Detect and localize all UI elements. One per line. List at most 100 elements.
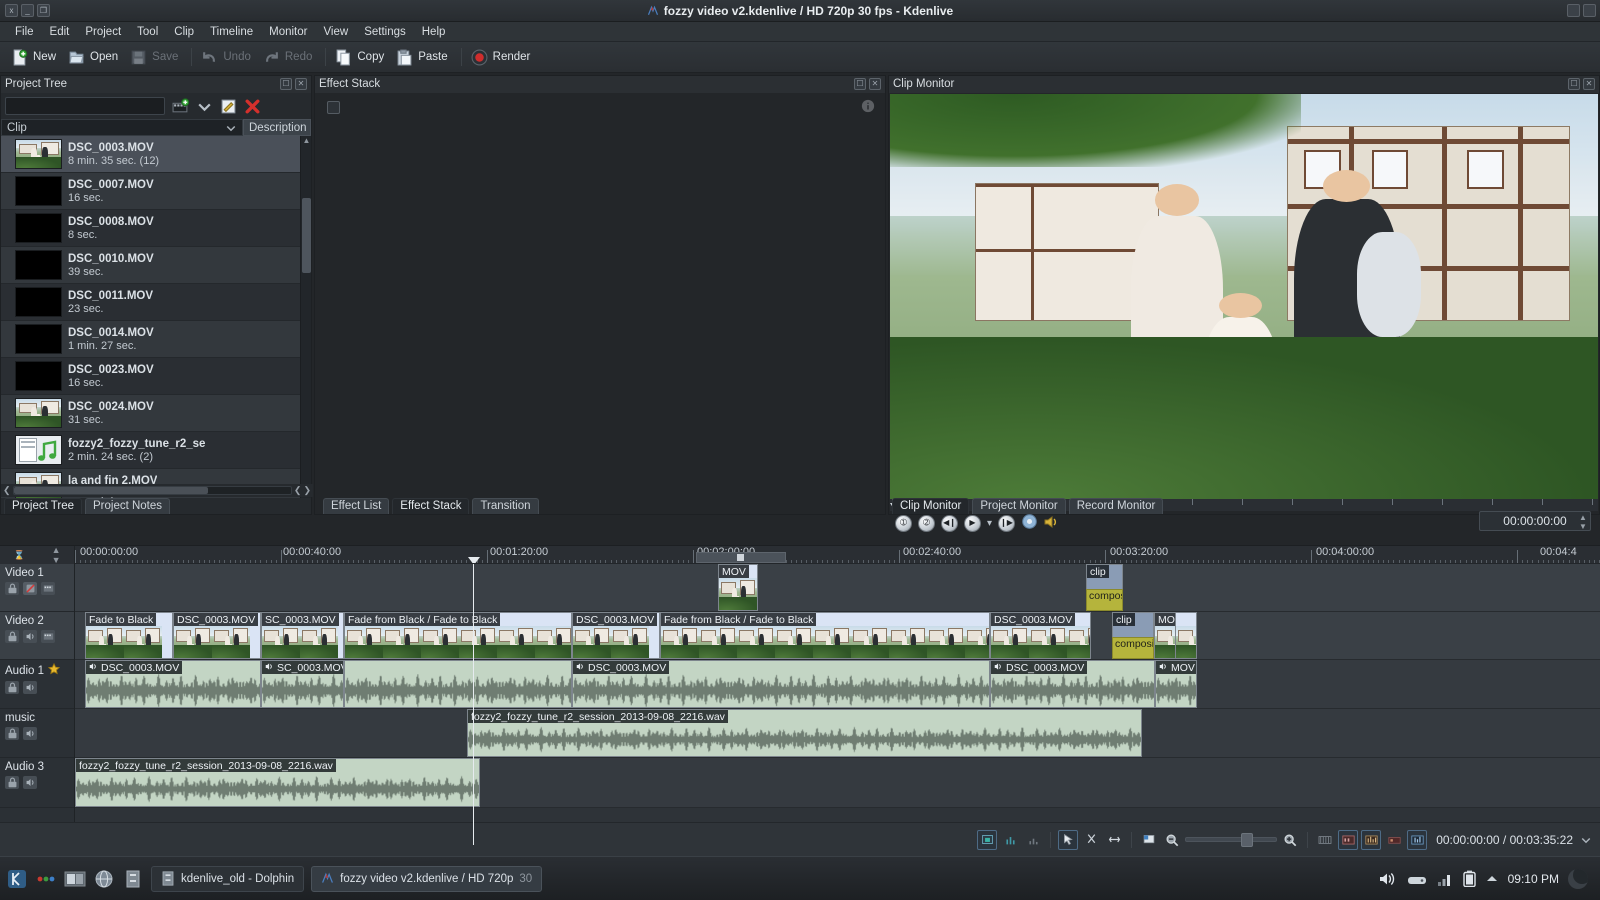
copy-button[interactable]: Copy: [332, 47, 391, 68]
tab-project-monitor[interactable]: Project Monitor: [972, 498, 1065, 514]
effect-stack-close-button[interactable]: ✕: [869, 78, 881, 90]
track-header-audio-3[interactable]: Audio 3: [0, 758, 74, 808]
track-header-video-2[interactable]: Video 2: [0, 612, 74, 660]
project-tree-row[interactable]: DSC_0023.MOV16 sec.: [1, 358, 311, 395]
new-button[interactable]: New: [8, 47, 63, 68]
mute-button[interactable]: [23, 630, 37, 643]
normal-edit-button[interactable]: [1338, 830, 1358, 850]
razor-tool-button[interactable]: [1081, 830, 1101, 850]
project-tree-row[interactable]: fozzy2_fozzy_tune_r2_se2 min. 24 sec. (2…: [1, 432, 311, 469]
monitor-settings-button[interactable]: [1021, 513, 1038, 533]
lock-button[interactable]: [5, 630, 19, 643]
set-zone-in-button[interactable]: ➀: [895, 515, 912, 532]
edit-clip-button[interactable]: [219, 98, 237, 114]
window-maximize-button2[interactable]: [1567, 4, 1580, 17]
scroll-right-icon[interactable]: ❯: [303, 485, 311, 496]
render-button[interactable]: Render: [468, 47, 538, 68]
audio-mix-button[interactable]: [1407, 830, 1427, 850]
timeline-track-video1[interactable]: MOVclipcomposite: [75, 564, 1600, 612]
play-button[interactable]: ▶: [964, 515, 981, 532]
rewind-button[interactable]: ◀❙: [941, 515, 958, 532]
vscroll-thumb[interactable]: [302, 198, 311, 273]
overwrite-edit-button[interactable]: [1361, 830, 1381, 850]
zoom-in-button[interactable]: [1280, 830, 1300, 850]
zoom-slider-track[interactable]: [1185, 837, 1277, 842]
taskbar-item-kdenlive[interactable]: fozzy video v2.kdenlive / HD 720p 30: [311, 866, 542, 892]
lock-button[interactable]: [5, 776, 19, 789]
mute-button[interactable]: [23, 727, 37, 740]
menu-item-help[interactable]: Help: [415, 24, 453, 40]
timeline-clip[interactable]: MOV: [1155, 660, 1197, 708]
menu-item-project[interactable]: Project: [78, 24, 128, 40]
timeline-track-audio1[interactable]: DSC_0003.MOVSC_0003.MOVDSC_0003.MOVDSC_0…: [75, 660, 1600, 709]
window-close-button2[interactable]: [1583, 4, 1596, 17]
tab-record-monitor[interactable]: Record Monitor: [1069, 498, 1164, 514]
project-tree-row[interactable]: DSC_0014.MOV1 min. 27 sec.: [1, 321, 311, 358]
tab-clip-monitor[interactable]: Clip Monitor: [892, 498, 969, 514]
taskbar-item-dolphin[interactable]: kdenlive_old - Dolphin: [151, 866, 304, 892]
project-tree-row[interactable]: DSC_0010.MOV39 sec.: [1, 247, 311, 284]
chevron-down-icon[interactable]: [1580, 834, 1592, 846]
mute-button[interactable]: [23, 776, 37, 789]
timeline-clip[interactable]: SC_0003.MOV: [261, 612, 344, 659]
timeline-ruler[interactable]: 00:00:00:0000:00:40:0000:01:20:0000:02:0…: [75, 546, 1600, 564]
network-icon[interactable]: [1436, 871, 1454, 887]
scroll-up-icon[interactable]: ▲: [301, 136, 311, 147]
track-height-spinner[interactable]: ▲▼: [52, 545, 61, 565]
timeline-clip[interactable]: Fade from Black / Fade to Black: [344, 612, 572, 659]
tab-effect-stack[interactable]: Effect Stack: [392, 498, 469, 514]
arrow-up-icon[interactable]: [1485, 873, 1499, 885]
timeline-clip[interactable]: DSC_0003.MOV: [990, 612, 1091, 659]
timeline-clip[interactable]: DSC_0003.MOV: [572, 660, 990, 708]
menu-item-tool[interactable]: Tool: [130, 24, 165, 40]
menu-item-view[interactable]: View: [316, 24, 355, 40]
project-tree-close-button[interactable]: ✕: [295, 78, 307, 90]
effect-stack-float-button[interactable]: ☐: [854, 78, 866, 90]
timeline-transition[interactable]: composite: [1112, 637, 1154, 659]
project-tree-row[interactable]: DSC_0024.MOV31 sec.: [1, 395, 311, 432]
column-header-description[interactable]: Description: [243, 119, 311, 136]
archive-icon[interactable]: [122, 868, 144, 890]
clip-monitor-float-button[interactable]: ☐: [1568, 78, 1580, 90]
hscroll-thumb[interactable]: [14, 487, 208, 494]
tab-project-notes[interactable]: Project Notes: [85, 498, 170, 514]
save-button[interactable]: Save: [127, 47, 185, 68]
project-tree-float-button[interactable]: ☐: [280, 78, 292, 90]
project-tree-row[interactable]: DSC_0011.MOV23 sec.: [1, 284, 311, 321]
timeline-clip[interactable]: Fade to Black: [85, 612, 173, 659]
redo-button[interactable]: Redo: [260, 47, 320, 68]
timeline-tracks-area[interactable]: MOVclipcompositeFade to BlackDSC_0003.MO…: [75, 564, 1600, 845]
play-options-dropdown[interactable]: ▾: [987, 518, 992, 529]
project-tree-row[interactable]: DSC_0003.MOV8 min. 35 sec. (12): [1, 136, 311, 173]
timeline-clip[interactable]: MOV: [718, 564, 758, 611]
mute-button[interactable]: [23, 681, 37, 694]
timeline-clip[interactable]: DSC_0003.MOV: [173, 612, 261, 659]
timeline-clip[interactable]: [1175, 612, 1197, 659]
lock-button[interactable]: [5, 681, 19, 694]
thumbnails-button[interactable]: [41, 630, 55, 643]
timeline-clip[interactable]: SC_0003.MOV: [261, 660, 344, 708]
timeline-clip[interactable]: fozzy2_fozzy_tune_r2_session_2013-09-08_…: [467, 709, 1142, 757]
zoom-out-button[interactable]: [1162, 830, 1182, 850]
track-header-audio-1[interactable]: Audio 1: [0, 660, 74, 709]
timeline-clip[interactable]: [344, 660, 572, 708]
scroll-left-icon[interactable]: ❮: [3, 485, 11, 496]
menu-item-settings[interactable]: Settings: [357, 24, 413, 40]
thumbnails-button[interactable]: [41, 582, 55, 595]
tab-effect-list[interactable]: Effect List: [323, 498, 389, 514]
files-icon[interactable]: [64, 868, 86, 890]
zoom-slider-handle[interactable]: [1241, 833, 1253, 847]
track-star-icon[interactable]: [48, 663, 60, 678]
add-clip-dropdown-button[interactable]: [195, 98, 213, 114]
menu-item-monitor[interactable]: Monitor: [262, 24, 314, 40]
selection-tool-button[interactable]: [1058, 830, 1078, 850]
timeline-playhead-marker[interactable]: [468, 557, 480, 564]
timeline-clip[interactable]: DSC_0003.MOV: [990, 660, 1155, 708]
timeline-clip[interactable]: DSC_0003.MOV: [85, 660, 261, 708]
battery-icon[interactable]: [1463, 870, 1476, 887]
delete-clip-button[interactable]: [243, 98, 261, 114]
fit-zoom-button[interactable]: [1315, 830, 1335, 850]
hide-button[interactable]: [23, 582, 37, 595]
timeline-clip[interactable]: DSC_0003.MOV: [572, 612, 660, 659]
show-video-thumbnails-button[interactable]: [977, 830, 997, 850]
